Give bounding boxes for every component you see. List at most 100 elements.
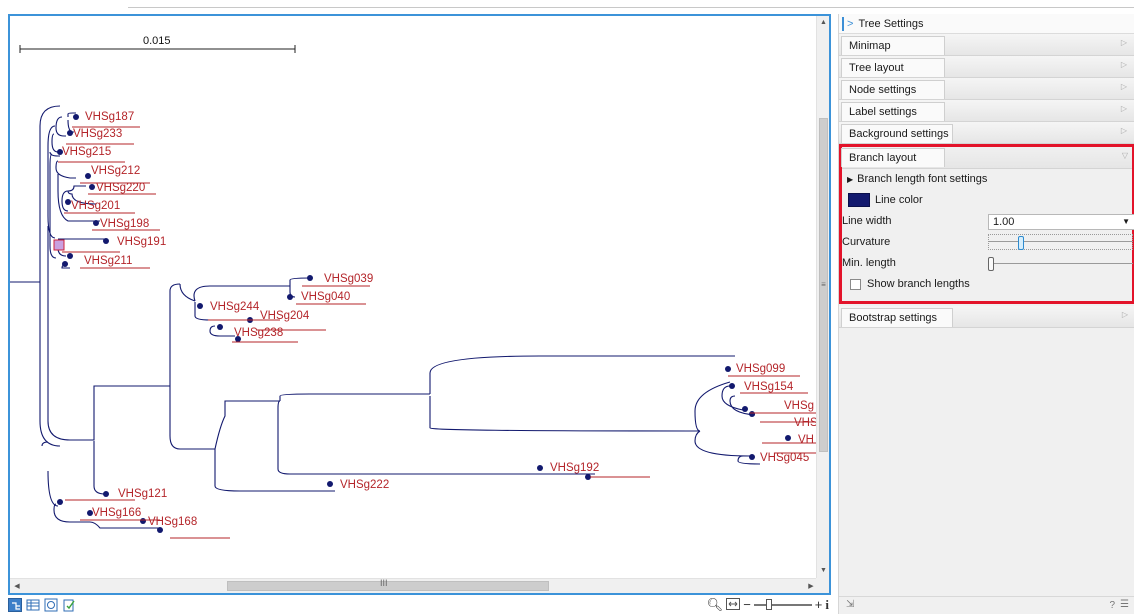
zoom-slider-knob[interactable]	[765, 599, 772, 610]
panel-accent-bar	[842, 16, 844, 31]
line-width-value: 1.00	[993, 216, 1015, 228]
tip-label: VHSg204	[260, 310, 310, 322]
curvature-handle[interactable]	[1018, 236, 1024, 250]
min-length-label: Min. length	[842, 257, 896, 269]
zoom-slider-track	[753, 604, 812, 606]
zoom-slider[interactable]	[753, 599, 812, 611]
section-bootstrap-settings[interactable]: Bootstrap settings ▷	[839, 306, 1134, 328]
zoom-in-icon[interactable]: +	[815, 597, 823, 613]
tip-label: VHSg244	[210, 301, 260, 313]
min-length-slider[interactable]	[988, 257, 1133, 271]
zoom-tools: 🔍︎ − + i	[707, 596, 829, 614]
show-branch-lengths-checkbox[interactable]	[850, 279, 861, 290]
tree-view-panel[interactable]: 0.015 VHSg187 VHSg233 VHSg215 VHSg212 VH…	[8, 14, 831, 595]
section-node-settings[interactable]: Node settings ▷	[839, 78, 1134, 100]
zoom-magnifier-icon[interactable]: 🔍︎	[707, 597, 724, 613]
scale-bar: 0.015	[19, 35, 296, 53]
scroll-up-arrow-icon[interactable]: ▲	[817, 16, 829, 30]
history-view-icon[interactable]	[44, 598, 58, 612]
tip-label: VHSg220	[96, 182, 145, 194]
scroll-down-arrow-icon[interactable]: ▼	[817, 564, 829, 578]
section-tree-layout[interactable]: Tree layout ▷	[839, 56, 1134, 78]
tip-label: VHSg211	[84, 255, 132, 267]
section-minimap[interactable]: Minimap ▷	[839, 34, 1134, 56]
scroll-corner	[816, 578, 829, 593]
branch-layout-highlight: Branch layout ▽ ▶ Branch length font sett…	[839, 144, 1134, 304]
panel-footer: ⇲ ? ☰	[839, 596, 1134, 614]
panel-resize-icon[interactable]: ⇲	[846, 599, 854, 610]
tip-label: VHSg238	[234, 327, 283, 339]
branch-length-font-settings[interactable]: ▶ Branch length font settings	[842, 169, 1132, 190]
tip-label: VHSg045	[760, 452, 809, 464]
tip-label: VHSg121	[118, 488, 167, 500]
scale-bar-label: 0.015	[143, 35, 171, 47]
panel-menu-icon[interactable]: ☰	[1120, 599, 1129, 610]
scroll-left-arrow-icon[interactable]: ◀	[10, 579, 24, 593]
horizontal-scrollbar[interactable]: ◀ III ▶	[10, 578, 818, 593]
table-view-icon[interactable]	[26, 598, 40, 612]
tip-label: VHSg233	[73, 128, 122, 140]
curvature-track	[989, 241, 1132, 242]
tip-label: VHSg	[784, 400, 814, 412]
min-length-track	[988, 263, 1133, 264]
line-width-label: Line width	[842, 215, 892, 227]
curvature-label: Curvature	[842, 236, 891, 248]
panel-title: Tree Settings	[858, 17, 924, 30]
expand-arrow-icon[interactable]: ▷	[1121, 60, 1127, 69]
expand-arrow-icon[interactable]: ▷	[1121, 82, 1127, 91]
phylogenetic-tree-canvas[interactable]: 0.015 VHSg187 VHSg233 VHSg215 VHSg212 VH…	[10, 16, 818, 578]
curvature-slider[interactable]	[988, 234, 1133, 250]
section-branch-layout[interactable]: Branch layout ▽	[841, 147, 1132, 169]
annotation-view-icon[interactable]	[62, 598, 76, 612]
line-color-row: Line color	[842, 190, 1132, 211]
tree-svg[interactable]: 0.015 VHSg187 VHSg233 VHSg215 VHSg212 VH…	[10, 16, 818, 578]
tree-settings-header[interactable]: > Tree Settings	[839, 14, 1134, 34]
section-label: Background settings	[841, 124, 953, 143]
chevron-right-icon[interactable]: >	[847, 18, 853, 30]
section-background-settings[interactable]: Background settings ▷	[839, 122, 1134, 144]
horizontal-scroll-thumb[interactable]	[227, 581, 549, 591]
dropdown-arrow-icon[interactable]: ▼	[1122, 215, 1130, 229]
section-label: Branch layout	[841, 148, 945, 167]
info-icon[interactable]: i	[825, 597, 829, 613]
expand-triangle-icon[interactable]: ▶	[847, 175, 853, 184]
top-divider	[128, 7, 1134, 8]
tip-label: VHS	[794, 417, 818, 429]
line-width-select[interactable]: 1.00 ▼	[988, 214, 1134, 230]
tip-label: VHSg040	[301, 291, 350, 303]
tip-label: VHSg154	[744, 381, 794, 393]
expand-arrow-icon[interactable]: ▷	[1121, 104, 1127, 113]
tip-label: VHSg099	[736, 363, 785, 375]
min-length-handle[interactable]	[988, 257, 994, 271]
tip-label: VHSg212	[91, 165, 140, 177]
tree-view-icon[interactable]	[8, 598, 22, 612]
tip-label: VHSg187	[85, 111, 134, 123]
tip-label: VHSg192	[550, 462, 599, 474]
section-label: Label settings	[841, 102, 945, 121]
line-color-label: Line color	[875, 194, 923, 206]
help-icon[interactable]: ?	[1109, 600, 1115, 611]
font-settings-label: Branch length font settings	[857, 173, 988, 185]
curvature-row: Curvature	[842, 232, 1133, 253]
fit-width-icon[interactable]	[726, 597, 741, 613]
show-branch-lengths-row: Show branch lengths	[842, 274, 1132, 295]
vertical-scrollbar[interactable]: ▲ ≡ ▼	[816, 16, 829, 578]
show-branch-lengths-label: Show branch lengths	[867, 278, 970, 290]
tip-label: VHSg222	[340, 479, 389, 491]
section-label-settings[interactable]: Label settings ▷	[839, 100, 1134, 122]
collapse-arrow-icon[interactable]: ▽	[1122, 151, 1128, 160]
view-toolbar: 🔍︎ − + i	[8, 596, 833, 614]
expand-arrow-icon[interactable]: ▷	[1122, 310, 1128, 319]
zoom-out-icon[interactable]: −	[743, 597, 751, 613]
tip-label: VHSg166	[92, 507, 141, 519]
section-label: Minimap	[841, 36, 945, 55]
tip-label: VHSg201	[71, 200, 120, 212]
section-label: Tree layout	[841, 58, 945, 77]
scroll-grip-icon: III	[380, 578, 388, 588]
tip-label: VHSg039	[324, 273, 373, 285]
expand-arrow-icon[interactable]: ▷	[1121, 38, 1127, 47]
tip-label: VHSg198	[100, 218, 149, 230]
section-label: Node settings	[841, 80, 945, 99]
expand-arrow-icon[interactable]: ▷	[1121, 126, 1127, 135]
line-color-swatch[interactable]	[848, 193, 870, 207]
